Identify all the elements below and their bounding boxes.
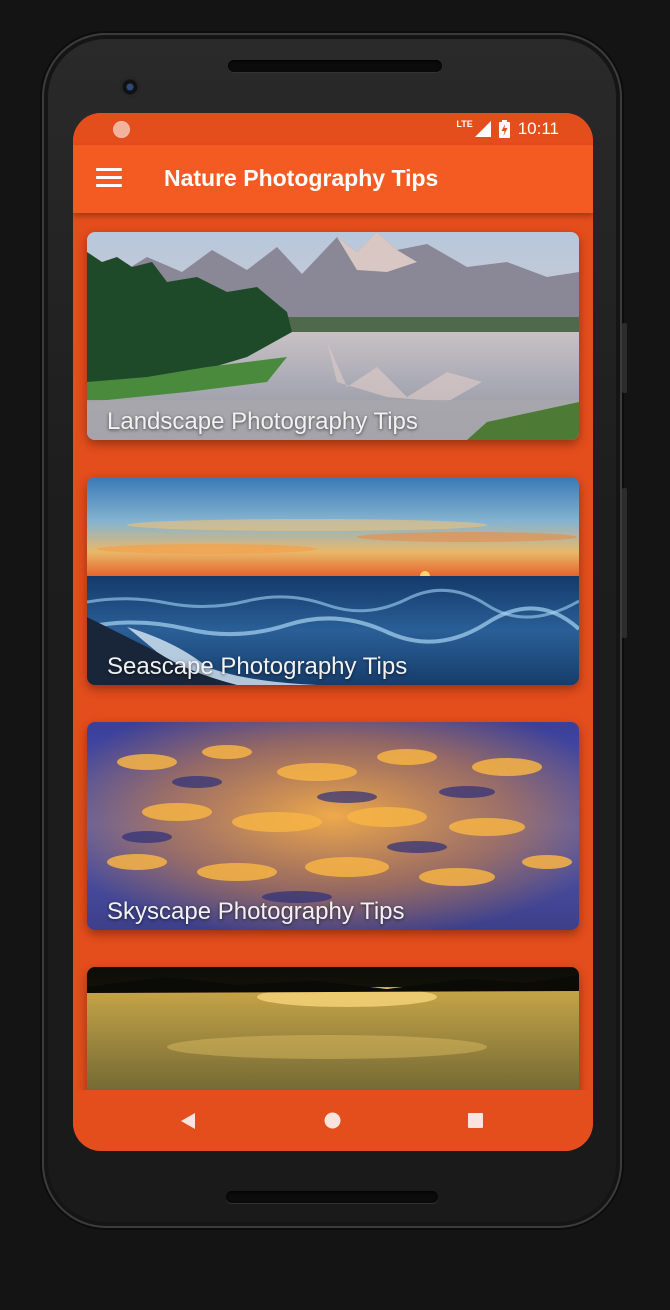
- signal-icon: [474, 121, 491, 137]
- status-indicators: LTE 10:11: [456, 118, 559, 140]
- clock: 10:11: [517, 119, 559, 138]
- lake-sunset-image: [87, 967, 579, 1090]
- card-skyscape[interactable]: Skyscape Photography Tips: [87, 722, 579, 930]
- status-bar: LTE 10:11: [73, 113, 593, 145]
- card-list[interactable]: Landscape Photography Tips Seascape Phot…: [73, 213, 593, 1090]
- volume-button: [622, 488, 627, 638]
- phone-screen: LTE 10:11 Nature Photography Tips Landsc…: [73, 113, 593, 1151]
- power-button: [622, 323, 627, 393]
- notification-dot-icon: [113, 121, 130, 138]
- recents-square-icon[interactable]: [468, 1113, 483, 1128]
- back-triangle-icon[interactable]: [181, 1113, 197, 1129]
- network-type: LTE: [456, 119, 473, 129]
- card-label: Landscape Photography Tips: [107, 408, 418, 435]
- card-lake-sunset[interactable]: [87, 967, 579, 1090]
- app-bar: Nature Photography Tips: [73, 145, 593, 213]
- bottom-speaker: [226, 1191, 438, 1203]
- app-title: Nature Photography Tips: [164, 165, 439, 191]
- card-seascape[interactable]: Seascape Photography Tips: [87, 477, 579, 685]
- card-label: Seascape Photography Tips: [107, 653, 408, 680]
- card-label: Skyscape Photography Tips: [107, 898, 405, 925]
- front-camera: [119, 76, 141, 98]
- card-landscape[interactable]: Landscape Photography Tips: [87, 232, 579, 440]
- earpiece-speaker: [228, 60, 442, 72]
- navigation-bar: [73, 1090, 593, 1151]
- battery-charging-icon: [498, 120, 510, 138]
- home-circle-icon[interactable]: [324, 1112, 341, 1129]
- hamburger-menu-icon[interactable]: [96, 168, 122, 188]
